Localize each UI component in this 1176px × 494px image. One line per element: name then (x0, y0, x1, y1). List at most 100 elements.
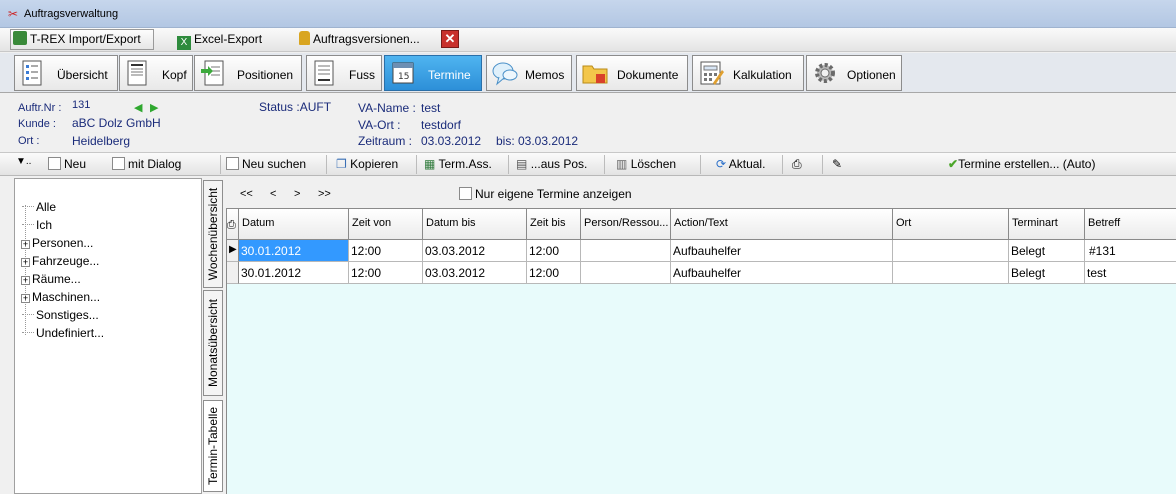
neu-suchen-checkbox[interactable]: Neu suchen (226, 157, 306, 171)
table-cell[interactable]: Aufbauhelfer (671, 240, 893, 262)
gear-icon (815, 63, 835, 83)
nav-next-button[interactable]: > (294, 188, 300, 200)
table-cell[interactable]: #131 (1085, 240, 1176, 262)
aktual-button[interactable]: ⟳ Aktual. (716, 157, 765, 171)
kunde-label: Kunde : (18, 118, 56, 130)
term-ass-button[interactable]: ▦ Term.Ass. (424, 157, 492, 171)
table-cell[interactable]: 12:00 (349, 262, 423, 284)
table-cell[interactable]: 12:00 (527, 240, 581, 262)
table-cell[interactable]: 03.03.2012 (423, 240, 527, 262)
tab-termine[interactable]: 15 Termine (384, 55, 482, 91)
table-cell[interactable]: 30.01.2012 (239, 240, 349, 262)
previous-arrow-icon[interactable]: ◀ (134, 101, 142, 114)
table-cell[interactable]: test (1085, 262, 1176, 284)
appointments-table: ⎙ Datum Zeit von Datum bis Zeit bis Pers… (226, 208, 1176, 494)
own-appointments-checkbox[interactable]: Nur eigene Termine anzeigen (459, 187, 632, 201)
separator (700, 155, 701, 174)
checkbox-icon[interactable] (226, 157, 239, 170)
trex-import-export-button[interactable]: T-REX Import/Export (10, 29, 154, 50)
checkmark-icon: ✔ (948, 157, 959, 171)
column-header-datum[interactable]: Datum (239, 209, 349, 240)
tree-item-personen[interactable]: + Personen... (21, 236, 93, 250)
tree-item-sonstiges[interactable]: Sonstiges... (22, 308, 99, 322)
table-cell[interactable] (893, 262, 1009, 284)
table-cell[interactable]: 03.03.2012 (423, 262, 527, 284)
table-cell[interactable] (893, 240, 1009, 262)
tree-item-undefiniert[interactable]: Undefiniert... (22, 326, 104, 340)
auftragsversionen-button[interactable]: Auftragsversionen... (296, 29, 434, 50)
svg-text:15: 15 (398, 72, 409, 82)
table-cell[interactable]: Belegt (1009, 262, 1085, 284)
tab-fuss[interactable]: Fuss (306, 55, 382, 91)
tab-memos[interactable]: Memos (486, 55, 572, 91)
expand-icon[interactable]: + (21, 276, 30, 285)
column-header-zeit-bis[interactable]: Zeit bis (527, 209, 581, 240)
edit-icon[interactable]: ✎ (832, 157, 842, 171)
resource-tree: Alle Ich + Personen... + Fahrzeuge... + Räu… (14, 178, 202, 494)
aus-pos-button[interactable]: ▤ ...aus Pos. (516, 157, 587, 171)
tree-item-raeume[interactable]: + Räume... (21, 272, 81, 286)
table-cell[interactable]: 30.01.2012 (239, 262, 349, 284)
termine-erstellen-button[interactable]: ✔Termine erstellen... (Auto) (948, 157, 1095, 171)
va-ort-label: VA-Ort : (358, 118, 401, 132)
tab-kopf[interactable]: Kopf (119, 55, 193, 91)
tree-item-maschinen[interactable]: + Maschinen... (21, 290, 100, 304)
table-cell[interactable] (581, 240, 671, 262)
tab-monatsuebersicht[interactable]: Monatsübersicht (203, 290, 223, 396)
loeschen-button[interactable]: ▥ Löschen (616, 157, 676, 171)
overview-icon (22, 60, 42, 86)
window-title: Auftragsverwaltung (24, 8, 119, 20)
tab-optionen[interactable]: Optionen (806, 55, 902, 91)
nav-prev-button[interactable]: < (270, 188, 276, 200)
expand-icon[interactable]: + (21, 294, 30, 303)
table-cell[interactable]: 12:00 (349, 240, 423, 262)
next-arrow-icon[interactable]: ▶ (150, 101, 158, 114)
column-header-terminart[interactable]: Terminart (1009, 209, 1085, 240)
print-icon[interactable]: ⎙ (792, 157, 802, 172)
tab-uebersicht[interactable]: Übersicht (14, 55, 118, 91)
table-cell[interactable]: 12:00 (527, 262, 581, 284)
table-cell[interactable] (581, 262, 671, 284)
tab-termin-tabelle[interactable]: Termin-Tabelle (203, 400, 223, 492)
checkbox-icon[interactable] (48, 157, 61, 170)
column-header-person[interactable]: Person/Ressou... (581, 209, 671, 240)
column-header-betreff[interactable]: Betreff (1085, 209, 1176, 240)
tree-item-alle[interactable]: Alle (22, 200, 56, 214)
mit-dialog-checkbox[interactable]: mit Dialog (112, 157, 181, 171)
expand-icon[interactable]: + (21, 240, 30, 249)
excel-export-button[interactable]: X Excel-Export (174, 29, 274, 50)
status-label: Status :AUFT (259, 100, 332, 114)
tab-wochenuebersicht[interactable]: Wochenübersicht (203, 180, 223, 288)
row-indicator[interactable] (227, 262, 239, 284)
nav-first-button[interactable]: << (240, 188, 253, 200)
tab-bar: Übersicht Kopf Positionen Fuss 15 Termin… (0, 53, 1176, 93)
column-header-action-text[interactable]: Action/Text (671, 209, 893, 240)
dropdown-arrow-icon[interactable]: ▼.. (16, 156, 31, 167)
checkbox-icon[interactable] (112, 157, 125, 170)
column-header-datum-bis[interactable]: Datum bis (423, 209, 527, 240)
order-info-panel: Auftr.Nr : 131 ◀ ▶ Kunde : aBC Dolz GmbH… (0, 93, 1176, 151)
column-header-ort[interactable]: Ort (893, 209, 1009, 240)
expand-icon[interactable]: + (21, 258, 30, 267)
excel-icon: X (177, 36, 191, 50)
tree-item-ich[interactable]: Ich (22, 218, 52, 232)
tree-item-fahrzeuge[interactable]: + Fahrzeuge... (21, 254, 99, 268)
print-icon[interactable]: ⎙ (227, 209, 239, 240)
refresh-icon: ⟳ (716, 157, 727, 171)
tab-dokumente[interactable]: Dokumente (576, 55, 688, 91)
column-header-zeit-von[interactable]: Zeit von (349, 209, 423, 240)
separator (604, 155, 605, 174)
title-bar: ✂ Auftragsverwaltung (0, 0, 1176, 28)
nav-last-button[interactable]: >> (318, 188, 331, 200)
close-icon[interactable]: ✕ (441, 30, 459, 48)
table-cell[interactable]: Aufbauhelfer (671, 262, 893, 284)
row-indicator[interactable]: ▶ (227, 240, 239, 262)
table-cell[interactable]: Belegt (1009, 240, 1085, 262)
bis-value: 03.03.2012 (518, 134, 579, 148)
tab-positionen[interactable]: Positionen (194, 55, 302, 91)
checkbox-icon[interactable] (459, 187, 472, 200)
kopieren-button[interactable]: ❐ Kopieren (336, 157, 398, 171)
tab-kalkulation[interactable]: Kalkulation (692, 55, 804, 91)
neu-checkbox[interactable]: Neu (48, 157, 86, 171)
app-window: ✂ Auftragsverwaltung T-REX Import/Export… (0, 0, 1176, 494)
